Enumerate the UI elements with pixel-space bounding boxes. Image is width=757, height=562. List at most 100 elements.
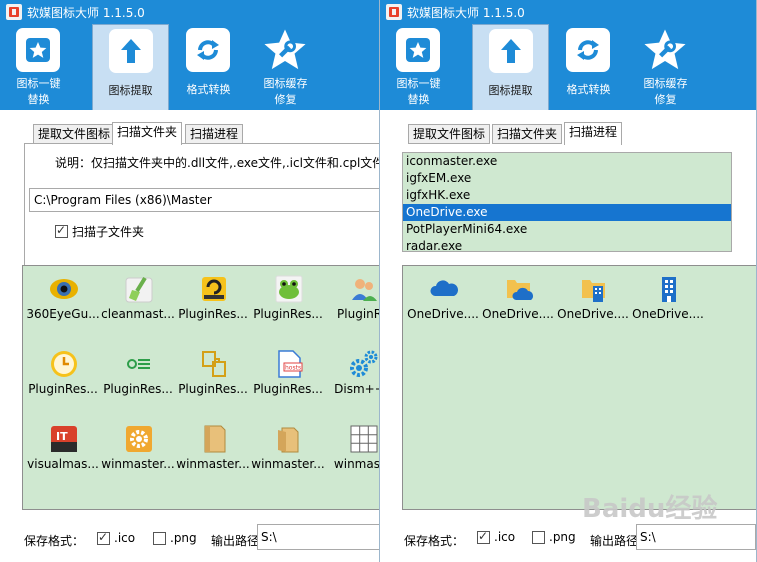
- icon-label: visualmas...: [27, 457, 99, 471]
- toolbar-label: 图标提取: [488, 84, 533, 97]
- icon-label: OneDrive....: [557, 307, 629, 321]
- scan-process-panel: iconmaster.exe igfxEM.exe igfxHK.exe One…: [402, 144, 756, 264]
- icon-label: winmaster...: [176, 457, 250, 471]
- scan-hint-text: 说明：仅扫描文件夹中的.dll文件,.exe文件,.icl文件和.cpl文件: [55, 156, 380, 170]
- ico-checkbox[interactable]: .ico: [477, 529, 516, 544]
- toolbar-cache-repair-button[interactable]: 图标缓存 修复: [247, 24, 324, 110]
- icon-cell[interactable]: winmaster...: [100, 419, 176, 491]
- icon-cell[interactable]: PluginRes...: [100, 344, 176, 416]
- png-checkbox[interactable]: .png: [153, 531, 197, 545]
- icon-label: PluginRes...: [103, 382, 173, 396]
- toolbar-label: 格式转换: [186, 83, 231, 96]
- icon-cell[interactable]: OneDrive....: [630, 269, 706, 341]
- file-icon: [199, 424, 229, 454]
- png-label: .png: [549, 530, 576, 544]
- right-window: 软媒图标大师 1.1.5.0 图标一键 替换 图标提取 格式转换 图标缓存 修复…: [380, 0, 757, 562]
- png-label: .png: [170, 531, 197, 545]
- folder-path-input[interactable]: [29, 188, 379, 212]
- icon-cell[interactable]: 360EyeGu...: [25, 269, 101, 341]
- grid-icon: [349, 424, 379, 454]
- process-item[interactable]: igfxEM.exe: [403, 170, 731, 187]
- icon-label: Dism++x: [334, 382, 379, 396]
- toolbar-extract-button[interactable]: 图标提取: [472, 24, 549, 110]
- ico-label: .ico: [494, 530, 516, 544]
- toolbar-label: 图标一键: [396, 77, 441, 90]
- star-icon: [16, 28, 60, 72]
- tab-scan-folder[interactable]: 扫描文件夹: [112, 122, 183, 145]
- icon-cell[interactable]: OneDrive....: [555, 269, 631, 341]
- toolbar-cache-repair-button[interactable]: 图标缓存 修复: [627, 24, 704, 110]
- wrench-star-icon: [263, 28, 307, 72]
- icon-cell[interactable]: OneDrive....: [405, 269, 481, 341]
- it-icon: IT: [49, 424, 79, 454]
- left-window: 软媒图标大师 1.1.5.0 图标一键 替换 图标提取 格式转换 图标缓存 修复…: [0, 0, 380, 562]
- icon-cell[interactable]: PluginRes...: [175, 269, 251, 341]
- svg-text:hosts: hosts: [285, 365, 301, 372]
- process-list[interactable]: iconmaster.exe igfxEM.exe igfxHK.exe One…: [402, 152, 732, 252]
- tab-scan-process[interactable]: 扫描进程: [564, 122, 623, 145]
- users-icon: [349, 274, 379, 304]
- icon-label: cleanmast...: [101, 307, 175, 321]
- toolbar-convert-button[interactable]: 格式转换: [170, 24, 247, 110]
- toolbar-replace-button[interactable]: 图标一键 替换: [0, 24, 77, 110]
- icon-cell[interactable]: winmaster...: [175, 419, 251, 491]
- icon-label: PluginRes...: [178, 382, 248, 396]
- tab-extract-file-icon[interactable]: 提取文件图标: [33, 124, 116, 144]
- tab-extract-file-icon[interactable]: 提取文件图标: [408, 124, 491, 144]
- output-path-input[interactable]: [636, 524, 756, 550]
- clock-icon: [49, 349, 79, 379]
- tab-scan-folder[interactable]: 扫描文件夹: [492, 124, 563, 144]
- svg-text:IT: IT: [56, 430, 68, 443]
- toolbar-extract-button[interactable]: 图标提取: [92, 24, 169, 110]
- icon-cell[interactable]: PluginRes...: [25, 344, 101, 416]
- checkbox-unchecked-icon: [532, 530, 545, 544]
- gear-tile-icon: [124, 424, 154, 454]
- icon-cell[interactable]: PluginRes...: [175, 344, 251, 416]
- toolbar-label: 替换: [27, 93, 50, 106]
- ico-checkbox[interactable]: .ico: [97, 530, 135, 545]
- png-checkbox[interactable]: .png: [532, 530, 576, 544]
- process-item[interactable]: PotPlayerMini64.exe: [403, 221, 731, 238]
- star-icon: [396, 28, 440, 72]
- icon-label: OneDrive....: [632, 307, 704, 321]
- process-item[interactable]: radar.exe: [403, 238, 731, 251]
- scan-subfolder-label: 扫描子文件夹: [72, 225, 145, 239]
- tab-scan-process[interactable]: 扫描进程: [185, 124, 244, 144]
- toolbar-label: 修复: [654, 93, 677, 106]
- icon-label: 360EyeGu...: [26, 307, 100, 321]
- window-title: 软媒图标大师 1.1.5.0: [407, 6, 525, 20]
- toolbar-label: 图标提取: [108, 84, 153, 97]
- process-item-selected[interactable]: OneDrive.exe: [403, 204, 731, 221]
- toolbar-replace-button[interactable]: 图标一键 替换: [380, 24, 457, 110]
- icon-cell[interactable]: hosts PluginRes...: [250, 344, 326, 416]
- checkbox-unchecked-icon: [153, 531, 166, 545]
- icon-cell[interactable]: winmaster...: [250, 419, 326, 491]
- checkbox-checked-icon: [477, 529, 490, 544]
- icon-cell[interactable]: PluginRes...: [250, 269, 326, 341]
- window-title: 软媒图标大师 1.1.5.0: [27, 6, 145, 20]
- toolbar-convert-button[interactable]: 格式转换: [550, 24, 627, 110]
- files-icon: [199, 349, 229, 379]
- icon-cell[interactable]: IT visualmas...: [25, 419, 101, 491]
- save-format-label: 保存格式：: [24, 534, 85, 548]
- yellow-disk-icon: [199, 274, 229, 304]
- icon-cell[interactable]: Dism++x: [325, 344, 379, 416]
- toolbar-label: 图标缓存: [263, 77, 308, 90]
- icon-cell[interactable]: winmaste: [325, 419, 379, 491]
- title-bar: 软媒图标大师 1.1.5.0: [0, 0, 379, 24]
- output-path-label: 输出路径: [590, 534, 639, 548]
- output-path-input[interactable]: [257, 524, 379, 550]
- process-item[interactable]: iconmaster.exe: [403, 153, 731, 170]
- refresh-icon: [566, 28, 610, 72]
- scan-subfolder-checkbox[interactable]: 扫描子文件夹: [55, 223, 144, 240]
- wrench-star-icon: [643, 28, 687, 72]
- toolbar-label: 替换: [407, 93, 430, 106]
- icon-cell[interactable]: OneDrive....: [480, 269, 556, 341]
- process-item[interactable]: igfxHK.exe: [403, 187, 731, 204]
- cloud-icon: [429, 274, 459, 304]
- icon-label: PluginRes...: [178, 307, 248, 321]
- broom-icon: [124, 274, 154, 304]
- icon-cell[interactable]: PluginRe: [325, 269, 379, 341]
- icon-cell[interactable]: cleanmast...: [100, 269, 176, 341]
- icon-label: OneDrive....: [407, 307, 479, 321]
